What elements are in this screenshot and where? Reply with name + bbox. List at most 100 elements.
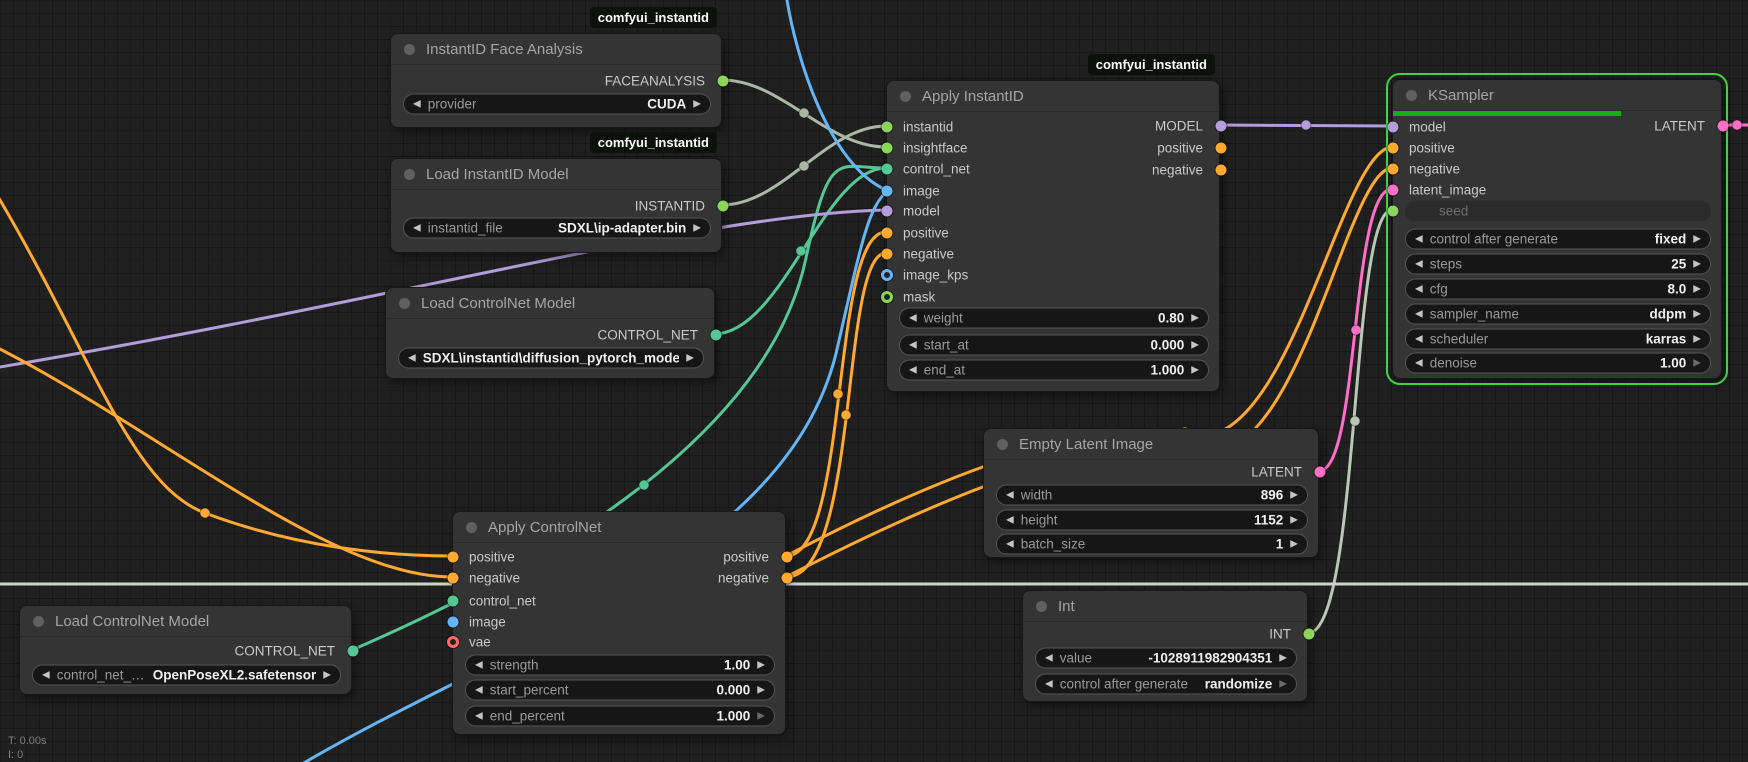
- latent_image-input-slot[interactable]: [1388, 185, 1399, 196]
- widget-end-percent[interactable]: ◀end_percent1.000▶: [465, 706, 775, 727]
- widget-increment-icon[interactable]: ▶: [1693, 259, 1701, 270]
- negative-output-slot[interactable]: [782, 573, 793, 584]
- widget-decrement-icon[interactable]: ◀: [42, 670, 50, 681]
- widget-decrement-icon[interactable]: ◀: [1045, 653, 1053, 664]
- widget-decrement-icon[interactable]: ◀: [475, 660, 483, 671]
- widget-increment-icon[interactable]: ▶: [1693, 234, 1701, 245]
- collapse-dot-icon[interactable]: [1406, 90, 1417, 101]
- widget-increment-icon[interactable]: ▶: [1290, 490, 1298, 501]
- node-graph-canvas[interactable]: comfyui_instantidInstantID Face Analysis…: [0, 0, 1748, 762]
- negative-output-slot[interactable]: [1216, 165, 1227, 176]
- negative-input-slot[interactable]: [448, 573, 459, 584]
- node-instantid-face-analysis[interactable]: comfyui_instantidInstantID Face Analysis…: [390, 33, 722, 128]
- LATENT-output-slot[interactable]: [1718, 121, 1729, 132]
- widget-increment-icon[interactable]: ▶: [1290, 515, 1298, 526]
- node-apply-instantid[interactable]: comfyui_instantidApply InstantIDinstanti…: [886, 80, 1220, 392]
- node-title-bar[interactable]: Apply ControlNet: [453, 512, 785, 543]
- widget-decrement-icon[interactable]: ◀: [1045, 679, 1053, 690]
- widget-control-after-generate[interactable]: ◀control after generaterandomize▶: [1035, 674, 1297, 695]
- positive-input-slot[interactable]: [448, 552, 459, 563]
- widget-increment-icon[interactable]: ▶: [1693, 334, 1701, 345]
- widget-combo[interactable]: ◀SDXL\instantid\diffusion_pytorch_model.…: [398, 348, 704, 369]
- widget-decrement-icon[interactable]: ◀: [1415, 234, 1423, 245]
- widget-height[interactable]: ◀height1152▶: [996, 510, 1308, 531]
- node-load-controlnet-model-bottom[interactable]: Load ControlNet ModelCONTROL_NET◀control…: [19, 605, 352, 695]
- widget-scheduler[interactable]: ◀schedulerkarras▶: [1405, 329, 1711, 350]
- node-load-instantid-model[interactable]: comfyui_instantidLoad InstantID ModelINS…: [390, 158, 722, 253]
- widget-sampler-name[interactable]: ◀sampler_nameddpm▶: [1405, 304, 1711, 325]
- FACEANALYSIS-output-slot[interactable]: [718, 76, 729, 87]
- widget-weight[interactable]: ◀weight0.80▶: [899, 308, 1209, 329]
- INSTANTID-output-slot[interactable]: [718, 201, 729, 212]
- insightface-input-slot[interactable]: [882, 143, 893, 154]
- node-load-controlnet-model-top[interactable]: Load ControlNet ModelCONTROL_NET◀SDXL\in…: [385, 287, 715, 379]
- node-title-bar[interactable]: InstantID Face Analysis: [391, 34, 721, 65]
- node-title-bar[interactable]: Load InstantID Model: [391, 159, 721, 190]
- positive-input-slot[interactable]: [1388, 143, 1399, 154]
- model-input-slot[interactable]: [1388, 122, 1399, 133]
- node-title-bar[interactable]: Apply InstantID: [887, 81, 1219, 112]
- widget-decrement-icon[interactable]: ◀: [1415, 358, 1423, 369]
- widget-denoise[interactable]: ◀denoise1.00▶: [1405, 353, 1711, 374]
- image-input-slot[interactable]: [882, 186, 893, 197]
- negative-input-slot[interactable]: [1388, 164, 1399, 175]
- widget-increment-icon[interactable]: ▶: [1693, 309, 1701, 320]
- widget-width[interactable]: ◀width896▶: [996, 485, 1308, 506]
- image_kps-input-slot[interactable]: [881, 269, 893, 281]
- widget-increment-icon[interactable]: ▶: [693, 223, 701, 234]
- widget-increment-icon[interactable]: ▶: [1693, 284, 1701, 295]
- control_net-input-slot[interactable]: [882, 164, 893, 175]
- collapse-dot-icon[interactable]: [466, 522, 477, 533]
- widget-control-after-generate[interactable]: ◀control after generatefixed▶: [1405, 229, 1711, 250]
- collapse-dot-icon[interactable]: [33, 616, 44, 627]
- CONTROL_NET-output-slot[interactable]: [348, 646, 359, 657]
- negative-input-slot[interactable]: [882, 249, 893, 260]
- node-title-bar[interactable]: KSampler: [1393, 80, 1721, 111]
- widget-batch-size[interactable]: ◀batch_size1▶: [996, 534, 1308, 555]
- widget-decrement-icon[interactable]: ◀: [1415, 309, 1423, 320]
- widget-decrement-icon[interactable]: ◀: [1006, 490, 1014, 501]
- positive-input-slot[interactable]: [882, 228, 893, 239]
- widget-start-percent[interactable]: ◀start_percent0.000▶: [465, 680, 775, 701]
- CONTROL_NET-output-slot[interactable]: [711, 330, 722, 341]
- widget-provider[interactable]: ◀providerCUDA▶: [403, 94, 711, 115]
- widget-seed[interactable]: seed: [1405, 201, 1711, 222]
- seed-input-slot[interactable]: [1388, 206, 1399, 217]
- positive-output-slot[interactable]: [782, 552, 793, 563]
- widget-decrement-icon[interactable]: ◀: [1415, 284, 1423, 295]
- widget-control-net-n-[interactable]: ◀control_net_n...OpenPoseXL2.safetensors…: [32, 665, 341, 686]
- widget-increment-icon[interactable]: ▶: [1279, 653, 1287, 664]
- collapse-dot-icon[interactable]: [1036, 601, 1047, 612]
- widget-increment-icon[interactable]: ▶: [757, 685, 765, 696]
- widget-increment-icon[interactable]: ▶: [757, 660, 765, 671]
- mask-input-slot[interactable]: [881, 291, 893, 303]
- widget-increment-icon[interactable]: ▶: [1191, 365, 1199, 376]
- widget-decrement-icon[interactable]: ◀: [1006, 539, 1014, 550]
- collapse-dot-icon[interactable]: [404, 44, 415, 55]
- widget-value[interactable]: ◀value-1028911982904351▶: [1035, 648, 1297, 669]
- node-title-bar[interactable]: Int: [1023, 591, 1307, 622]
- widget-increment-icon[interactable]: ▶: [323, 670, 331, 681]
- widget-decrement-icon[interactable]: ◀: [909, 313, 917, 324]
- widget-decrement-icon[interactable]: ◀: [1006, 515, 1014, 526]
- widget-increment-icon[interactable]: ▶: [693, 99, 701, 110]
- node-int[interactable]: IntINT◀value-1028911982904351▶◀control a…: [1022, 590, 1308, 702]
- widget-decrement-icon[interactable]: ◀: [413, 223, 421, 234]
- widget-decrement-icon[interactable]: ◀: [413, 99, 421, 110]
- collapse-dot-icon[interactable]: [399, 298, 410, 309]
- node-ksampler[interactable]: KSamplermodelpositivenegativelatent_imag…: [1392, 79, 1722, 379]
- instantid-input-slot[interactable]: [882, 122, 893, 133]
- widget-decrement-icon[interactable]: ◀: [1415, 259, 1423, 270]
- positive-output-slot[interactable]: [1216, 143, 1227, 154]
- vae-input-slot[interactable]: [447, 636, 459, 648]
- widget-increment-icon[interactable]: ▶: [686, 353, 694, 364]
- widget-decrement-icon[interactable]: ◀: [909, 365, 917, 376]
- widget-increment-icon[interactable]: ▶: [1191, 340, 1199, 351]
- widget-increment-icon[interactable]: ▶: [1693, 358, 1701, 369]
- model-input-slot[interactable]: [882, 206, 893, 217]
- widget-decrement-icon[interactable]: ◀: [475, 685, 483, 696]
- node-title-bar[interactable]: Load ControlNet Model: [20, 606, 351, 637]
- widget-increment-icon[interactable]: ▶: [1290, 539, 1298, 550]
- widget-decrement-icon[interactable]: ◀: [408, 353, 416, 364]
- MODEL-output-slot[interactable]: [1216, 121, 1227, 132]
